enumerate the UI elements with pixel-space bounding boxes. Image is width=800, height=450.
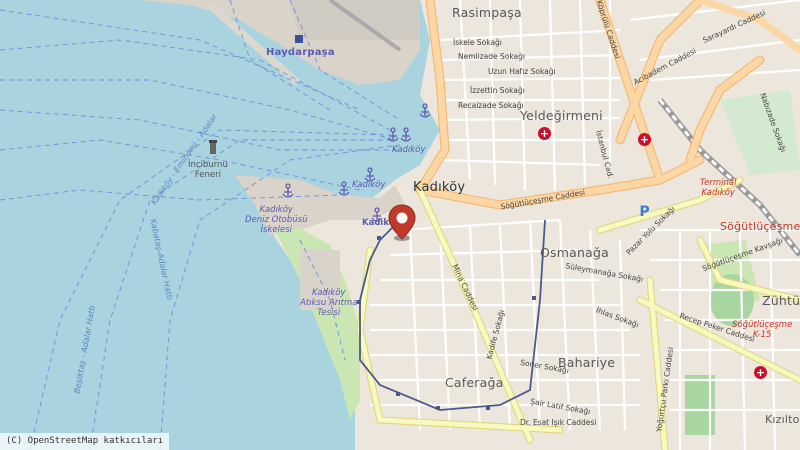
poi-kadikoy-pier1: Kadıköy [392,145,426,155]
street-nemlizade: Nemlizade Sokağı [458,52,525,61]
district-caferaga: Caferağa [445,375,504,390]
street-dr-esat: Dr. Esat Işık Caddesi [520,418,597,427]
map-canvas[interactable]: Rasimpaşa Kadıköy Yeldeğirmeni Osmanağa … [0,0,800,450]
poi-kadikoy-aritma: Kadıköy Atıksu Arıtma Tesisi [300,288,358,318]
attribution[interactable]: (C) OpenStreetMap katkıcıları [0,433,170,450]
district-kiziltoprak: Kızıltop [765,413,800,426]
poi-kadikoy-pier2: Kadıköy [352,180,386,190]
district-kadikoy: Kadıköy [413,180,466,195]
poi-kadikoy-deniz: Kadıköy Deniz Otobüsü İskelesi [245,205,308,235]
hospital-icon: + [638,133,651,146]
street-recaizade: Recaizade Sokağı [458,101,524,110]
poi-sogutlucesme: Söğütlüçeşme K-15 [732,320,793,340]
street-iskele: İskele Sokağı [453,38,502,47]
hospital-icon: + [538,127,551,140]
poi-incirburnu: İnciburnu Feneri [188,160,228,180]
street-uzun-hafiz: Uzun Hafız Sokağı [488,67,556,76]
street-izzettin: İzzettin Sokağı [470,86,525,95]
map-pin-icon[interactable] [387,203,417,243]
district-sogutlucesme: Söğütlüçeşme [720,220,800,233]
district-rasimpasa: Rasimpaşa [452,5,522,20]
district-haydarpasa: Haydarpaşa [266,47,335,58]
parking-icon: P [639,204,650,220]
hospital-icon: + [754,366,767,379]
poi-terminal: Terminal Kadıköy [700,178,737,198]
district-osmanaga: Osmanağa [540,245,609,260]
district-yeldegirmeni: Yeldeğirmeni [520,108,603,123]
district-zuhtu: Zühtü [762,293,800,308]
